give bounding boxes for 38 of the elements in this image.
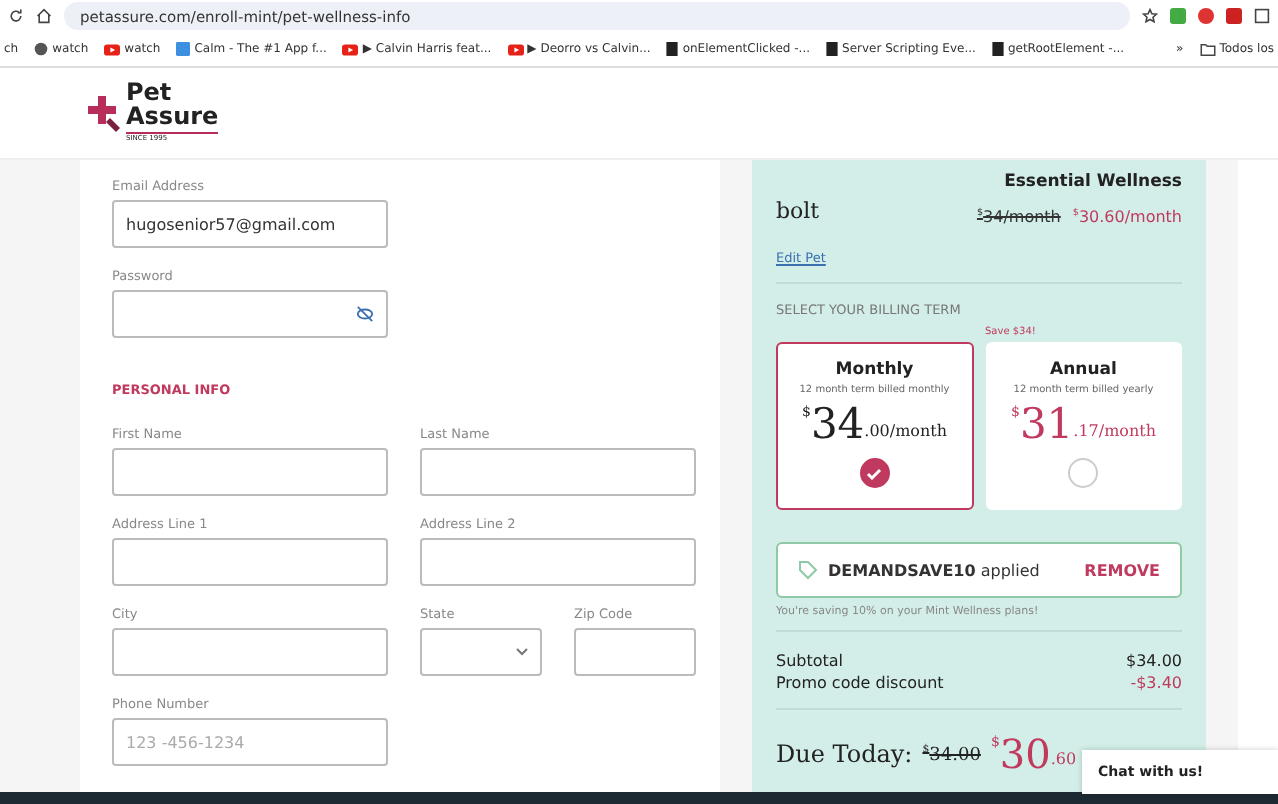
chevron-down-icon	[516, 648, 528, 656]
check-circle-icon[interactable]	[859, 458, 890, 488]
folder-icon	[1199, 43, 1216, 55]
input-field[interactable]	[112, 290, 388, 338]
plan-title: Monthly	[835, 360, 914, 380]
logo-icon	[88, 95, 120, 131]
video-icon	[104, 43, 121, 55]
eye-hidden-icon[interactable]	[356, 306, 374, 322]
input-field[interactable]	[574, 628, 696, 676]
old-total: $^{$}$34.00	[922, 743, 981, 765]
input-field[interactable]	[420, 448, 696, 496]
input-field[interactable]: hugosenior57@gmail.com	[112, 200, 388, 248]
document-icon	[826, 42, 839, 56]
app-icon	[176, 42, 191, 56]
remove-button[interactable]: REMOVE	[1084, 561, 1160, 579]
promo-status: DEMANDSAVE10 applied	[828, 561, 1042, 579]
tag-icon	[798, 560, 818, 580]
input-field[interactable]	[112, 538, 388, 586]
pet-name: bolt	[776, 198, 820, 224]
line-amount: -$3.40	[1130, 674, 1182, 692]
video-icon	[342, 43, 359, 55]
due-label: Due Today:	[776, 740, 913, 768]
radio-circle-icon[interactable]	[1068, 458, 1099, 488]
video-icon	[507, 43, 524, 55]
line-label: Promo code discount	[776, 674, 944, 692]
plan-name: Essential Wellness	[1002, 172, 1182, 192]
document-icon	[666, 42, 679, 56]
plan-title: Annual	[1050, 360, 1117, 380]
star-icon[interactable]	[1142, 8, 1158, 24]
home-icon[interactable]	[36, 8, 52, 24]
reload-icon[interactable]	[8, 8, 24, 24]
state-select[interactable]	[420, 628, 542, 676]
line-label: Subtotal	[776, 652, 844, 670]
document-icon	[991, 42, 1004, 56]
input-field[interactable]	[112, 628, 388, 676]
input-field[interactable]	[420, 538, 696, 586]
input-field[interactable]	[112, 448, 388, 496]
line-amount: $34.00	[1126, 652, 1182, 670]
